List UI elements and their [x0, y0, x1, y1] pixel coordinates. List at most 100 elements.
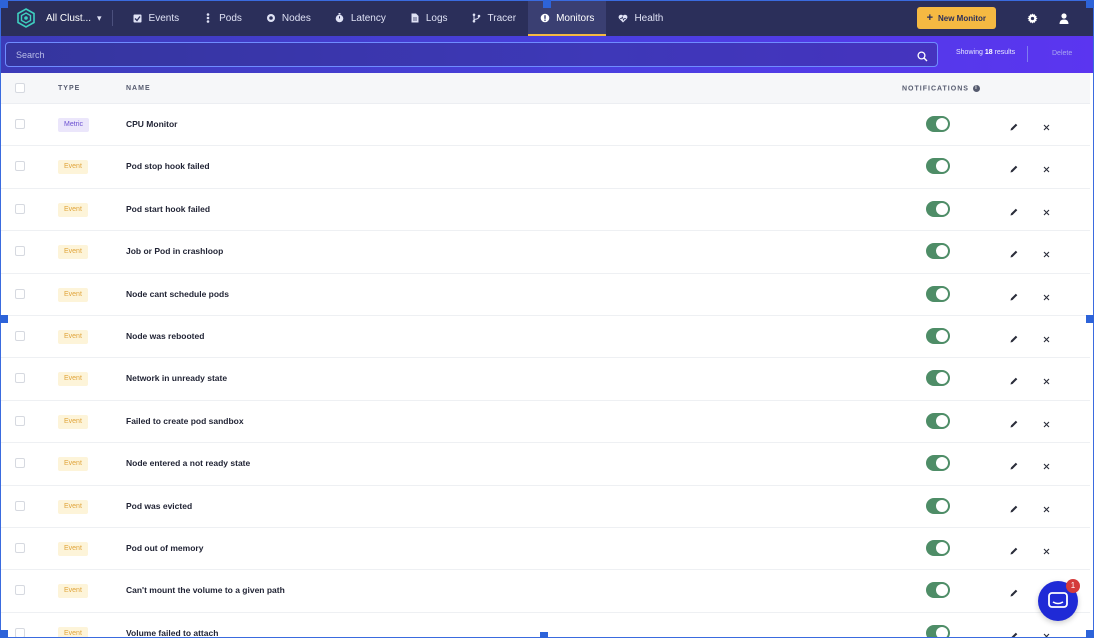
row-checkbox[interactable]: [15, 500, 25, 511]
tab-logs[interactable]: Logs: [398, 0, 460, 36]
search-input[interactable]: [6, 49, 886, 60]
monitor-name[interactable]: Pod start hook failed: [126, 204, 210, 214]
pencil-icon[interactable]: [1009, 458, 1020, 470]
table-row[interactable]: Event Job or Pod in crashloop: [0, 231, 1090, 274]
pencil-icon[interactable]: [1009, 204, 1020, 216]
row-checkbox[interactable]: [15, 331, 25, 341]
pencil-icon[interactable]: [1009, 543, 1020, 555]
tab-pods[interactable]: Pods: [191, 0, 254, 36]
cluster-selector[interactable]: All Clust... ▾: [46, 0, 112, 36]
notifications-toggle[interactable]: [926, 455, 950, 472]
row-checkbox[interactable]: [15, 415, 25, 426]
resize-handle-bottom[interactable]: [540, 632, 548, 638]
row-checkbox[interactable]: [15, 119, 25, 129]
monitor-name[interactable]: Node entered a not ready state: [126, 458, 250, 468]
monitor-name[interactable]: Pod out of memory: [126, 543, 203, 553]
resize-handle-top[interactable]: [543, 0, 551, 8]
table-row[interactable]: Event Pod out of memory: [0, 528, 1090, 571]
monitor-name[interactable]: Job or Pod in crashloop: [126, 246, 223, 256]
info-icon[interactable]: i: [972, 85, 980, 92]
resize-handle-bottom-left[interactable]: [0, 630, 8, 638]
close-icon[interactable]: [1042, 204, 1053, 216]
close-icon[interactable]: [1042, 501, 1053, 512]
close-icon[interactable]: [1042, 458, 1053, 470]
notifications-toggle[interactable]: [926, 116, 950, 132]
close-icon[interactable]: [1042, 373, 1053, 385]
resize-handle-top-left[interactable]: [0, 0, 8, 8]
notifications-toggle[interactable]: [926, 200, 950, 217]
pencil-icon[interactable]: [1009, 119, 1020, 131]
delete-button[interactable]: Delete: [1052, 50, 1072, 57]
pencil-icon[interactable]: [1009, 246, 1020, 258]
close-icon[interactable]: [1042, 331, 1053, 343]
tab-tracer[interactable]: Tracer: [460, 0, 529, 36]
table-row[interactable]: Event Node was rebooted: [0, 316, 1090, 359]
resize-handle-right[interactable]: [1086, 315, 1094, 323]
row-checkbox[interactable]: [15, 373, 25, 384]
notifications-toggle[interactable]: [926, 497, 950, 514]
close-icon[interactable]: [1042, 416, 1053, 428]
gear-icon[interactable]: [1016, 0, 1048, 36]
select-all-checkbox[interactable]: [15, 83, 25, 93]
notifications-toggle[interactable]: [926, 540, 950, 556]
pencil-icon[interactable]: [1009, 628, 1020, 638]
resize-handle-bottom-right[interactable]: [1086, 630, 1094, 638]
monitor-name[interactable]: Node cant schedule pods: [126, 289, 229, 299]
notifications-toggle[interactable]: [926, 158, 950, 175]
table-row[interactable]: Event Node entered a not ready state: [0, 443, 1090, 486]
notifications-toggle[interactable]: [926, 328, 950, 344]
table-row[interactable]: Event Pod start hook failed: [0, 189, 1090, 232]
monitor-name[interactable]: Network in unready state: [126, 373, 227, 383]
notifications-toggle[interactable]: [926, 285, 950, 302]
close-icon[interactable]: [1042, 628, 1053, 638]
tab-monitors[interactable]: Monitors: [528, 0, 607, 36]
close-icon[interactable]: [1042, 289, 1053, 300]
monitor-name[interactable]: Pod was evicted: [126, 501, 192, 511]
table-row[interactable]: Event Pod was evicted: [0, 486, 1090, 528]
row-checkbox[interactable]: [15, 543, 25, 553]
notifications-toggle[interactable]: [926, 412, 950, 429]
pencil-icon[interactable]: [1009, 331, 1020, 343]
row-checkbox[interactable]: [15, 161, 25, 172]
close-icon[interactable]: [1042, 119, 1053, 131]
table-row[interactable]: Event Pod stop hook failed: [0, 146, 1090, 189]
row-checkbox[interactable]: [15, 246, 25, 257]
close-icon[interactable]: [1042, 161, 1053, 173]
monitor-name[interactable]: CPU Monitor: [126, 119, 177, 129]
tab-nodes[interactable]: Nodes: [254, 0, 323, 36]
notifications-toggle[interactable]: [926, 624, 950, 638]
tab-health[interactable]: Health: [606, 0, 675, 36]
resize-handle-left[interactable]: [0, 315, 8, 323]
row-checkbox[interactable]: [15, 585, 25, 596]
pencil-icon[interactable]: [1009, 416, 1020, 428]
resize-handle-top-right[interactable]: [1086, 0, 1094, 8]
user-icon[interactable]: [1048, 0, 1080, 36]
pencil-icon[interactable]: [1009, 373, 1020, 385]
row-checkbox[interactable]: [15, 288, 25, 299]
pencil-icon[interactable]: [1009, 161, 1020, 173]
close-icon[interactable]: [1042, 543, 1053, 555]
table-row[interactable]: Event Can't mount the volume to a given p…: [0, 570, 1090, 613]
row-checkbox[interactable]: [15, 627, 25, 638]
monitor-name[interactable]: Pod stop hook failed: [126, 161, 210, 171]
pencil-icon[interactable]: [1009, 289, 1020, 301]
close-icon[interactable]: [1042, 246, 1053, 258]
notifications-toggle[interactable]: [926, 582, 950, 599]
row-checkbox[interactable]: [15, 203, 25, 214]
table-row[interactable]: Event Node cant schedule pods: [0, 274, 1090, 316]
pencil-icon[interactable]: [1009, 585, 1020, 597]
monitor-name[interactable]: Volume failed to attach: [126, 628, 218, 638]
new-monitor-button[interactable]: + New Monitor: [916, 7, 996, 29]
app-logo-icon[interactable]: [6, 0, 46, 36]
tab-latency[interactable]: Latency: [323, 0, 398, 36]
notifications-toggle[interactable]: [926, 370, 950, 387]
pencil-icon[interactable]: [1009, 501, 1020, 513]
table-row[interactable]: Event Network in unready state: [0, 358, 1090, 401]
table-row[interactable]: Event Failed to create pod sandbox: [0, 401, 1090, 444]
search-icon[interactable]: [917, 49, 929, 62]
monitor-name[interactable]: Failed to create pod sandbox: [126, 416, 244, 426]
tab-events[interactable]: Events: [121, 0, 192, 36]
table-row[interactable]: Metric CPU Monitor: [0, 104, 1090, 147]
notifications-toggle[interactable]: [926, 243, 950, 260]
monitor-name[interactable]: Node was rebooted: [126, 331, 204, 341]
